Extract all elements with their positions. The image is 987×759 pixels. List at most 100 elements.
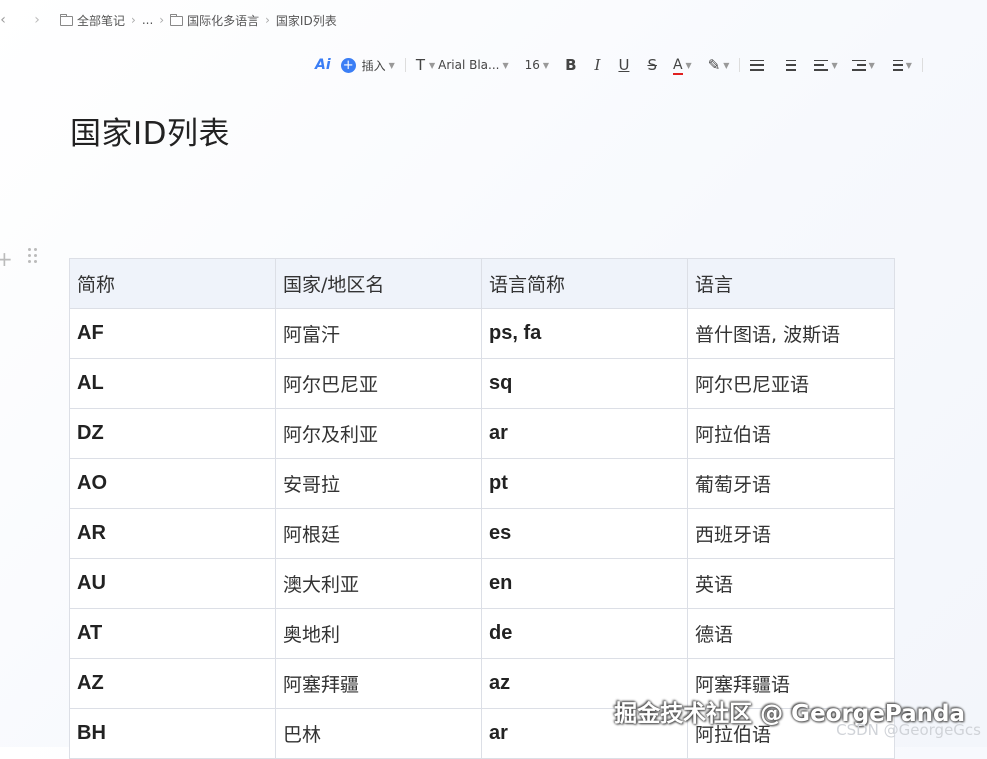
table-row: DZ 阿尔及利亚 ar 阿拉伯语 <box>69 408 895 459</box>
table-cell-lang-code[interactable]: ar <box>481 408 688 459</box>
table-cell-language[interactable]: 普什图语, 波斯语 <box>687 308 895 359</box>
table-cell-country[interactable]: 澳大利亚 <box>275 558 482 609</box>
column-header[interactable]: 简称 <box>69 258 276 309</box>
table-row: AR 阿根廷 es 西班牙语 <box>69 508 895 559</box>
italic-button[interactable]: I <box>590 53 606 77</box>
table-header-row: 简称 国家/地区名 语言简称 语言 <box>69 258 895 309</box>
table-cell-code[interactable]: AO <box>69 458 276 509</box>
highlight-button[interactable]: ✎ ▼ <box>703 53 735 77</box>
table-cell-language[interactable]: 阿尔巴尼亚语 <box>687 358 895 409</box>
font-size-select[interactable]: 16 ▼ <box>520 53 554 77</box>
bullet-list-button[interactable] <box>777 53 801 77</box>
table-cell-code[interactable]: AF <box>69 308 276 359</box>
ai-icon: Ai <box>315 57 331 73</box>
table-cell-country[interactable]: 巴林 <box>275 708 482 759</box>
table-cell-country[interactable]: 安哥拉 <box>275 458 482 509</box>
table-cell-country[interactable]: 阿塞拜疆 <box>275 658 482 709</box>
page-title[interactable]: 国家ID列表 <box>70 108 230 153</box>
toolbar-divider <box>404 58 406 72</box>
plus-icon: + <box>340 57 356 73</box>
indent-button[interactable]: ▼ <box>847 53 880 77</box>
table-cell-lang-code[interactable]: es <box>481 508 688 559</box>
insert-label: 插入 <box>361 58 386 73</box>
align-button[interactable]: ▼ <box>809 53 842 77</box>
drag-handle-icon[interactable] <box>28 248 38 264</box>
back-arrow-icon[interactable]: ‹ <box>0 10 12 30</box>
font-color-icon: A <box>672 57 683 75</box>
table-cell-code[interactable]: AZ <box>69 658 276 709</box>
folder-icon <box>60 13 73 26</box>
breadcrumb-item-ellipsis[interactable]: ... <box>142 13 153 27</box>
table-cell-country[interactable]: 阿富汗 <box>275 308 482 359</box>
table-cell-language[interactable]: 德语 <box>687 608 895 659</box>
table-row: AO 安哥拉 pt 葡萄牙语 <box>69 458 895 509</box>
text-style-icon: T <box>415 56 425 74</box>
font-color-button[interactable]: A ▼ <box>668 53 697 77</box>
toolbar-divider <box>739 58 741 72</box>
font-family-select[interactable]: T ▼ Arial Bla... ▼ <box>411 53 514 77</box>
chevron-down-icon: ▼ <box>388 60 395 70</box>
table-cell-lang-code[interactable]: en <box>481 558 688 609</box>
table-cell-code[interactable]: AL <box>69 358 276 409</box>
ordered-list-button[interactable] <box>745 53 769 77</box>
underline-button[interactable]: U <box>613 53 634 77</box>
column-header[interactable]: 国家/地区名 <box>275 258 482 309</box>
chevron-right-icon: › <box>265 13 270 27</box>
chevron-right-icon: › <box>159 13 165 27</box>
table-row: AT 奥地利 de 德语 <box>69 608 895 659</box>
table-cell-code[interactable]: AR <box>69 508 276 559</box>
table-cell-code[interactable]: BH <box>69 708 276 759</box>
ordered-list-icon <box>750 59 765 71</box>
table-cell-country[interactable]: 奥地利 <box>275 608 482 659</box>
bullet-list-icon <box>782 59 797 71</box>
chevron-down-icon: ▼ <box>868 60 875 70</box>
table-cell-country[interactable]: 阿根廷 <box>275 508 482 559</box>
breadcrumb-label: ... <box>141 13 154 27</box>
table-cell-code[interactable]: AT <box>69 608 276 659</box>
table-cell-lang-code[interactable]: ps, fa <box>481 308 688 359</box>
breadcrumb-item-all-notes[interactable]: 全部笔记 <box>60 12 125 29</box>
table-cell-lang-code[interactable]: sq <box>481 358 688 409</box>
table-cell-language[interactable]: 西班牙语 <box>687 508 895 559</box>
highlighter-icon: ✎ <box>707 56 721 74</box>
breadcrumb-item-i18n[interactable]: 国际化多语言 <box>170 12 259 29</box>
line-height-button[interactable]: ▼ <box>884 53 917 77</box>
bold-icon: B <box>565 56 577 74</box>
ai-button[interactable]: Ai <box>310 53 336 77</box>
table-cell-lang-code[interactable]: pt <box>481 458 688 509</box>
strikethrough-button[interactable]: S <box>642 53 662 77</box>
chevron-down-icon: ▼ <box>723 60 730 70</box>
underline-icon: U <box>618 56 630 74</box>
chevron-down-icon: ▼ <box>502 60 509 70</box>
table-cell-code[interactable]: AU <box>69 558 276 609</box>
chevron-down-icon: ▼ <box>428 60 436 70</box>
table-cell-country[interactable]: 阿尔及利亚 <box>275 408 482 459</box>
table-cell-country[interactable]: 阿尔巴尼亚 <box>275 358 482 409</box>
indent-icon <box>851 59 866 71</box>
watermark-sub: CSDN @GeorgeGcs <box>836 721 981 739</box>
breadcrumb-label: 国家ID列表 <box>275 13 337 28</box>
chevron-down-icon: ▼ <box>685 60 692 70</box>
chevron-right-icon: › <box>131 13 136 27</box>
table-cell-code[interactable]: DZ <box>69 408 276 459</box>
chevron-down-icon: ▼ <box>831 60 838 70</box>
font-family-value: Arial Bla... <box>438 58 500 72</box>
editor-toolbar: Ai + 插入 ▼ T ▼ Arial Bla... ▼ 16 ▼ B I U … <box>310 53 928 77</box>
table-row: AL 阿尔巴尼亚 sq 阿尔巴尼亚语 <box>69 358 895 409</box>
insert-button[interactable]: + 插入 ▼ <box>336 53 400 77</box>
line-height-icon <box>889 59 903 71</box>
table-cell-language[interactable]: 葡萄牙语 <box>687 458 895 509</box>
forward-arrow-icon[interactable]: › <box>28 10 46 30</box>
chevron-down-icon: ▼ <box>905 60 912 70</box>
align-left-icon <box>814 59 829 71</box>
add-block-icon[interactable]: + <box>0 247 13 271</box>
table-row: AU 澳大利亚 en 英语 <box>69 558 895 609</box>
column-header[interactable]: 语言简称 <box>481 258 688 309</box>
country-table: 简称 国家/地区名 语言简称 语言 AF 阿富汗 ps, fa 普什图语, 波斯… <box>69 258 895 759</box>
table-cell-language[interactable]: 英语 <box>687 558 895 609</box>
italic-icon: I <box>594 56 601 74</box>
bold-button[interactable]: B <box>560 53 581 77</box>
table-cell-lang-code[interactable]: de <box>481 608 688 659</box>
table-cell-language[interactable]: 阿拉伯语 <box>687 408 895 459</box>
column-header[interactable]: 语言 <box>687 258 895 309</box>
